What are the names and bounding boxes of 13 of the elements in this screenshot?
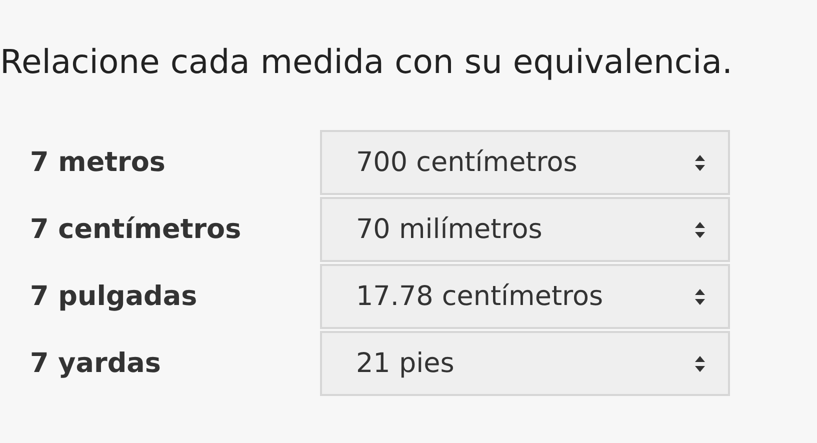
sort-caret-icon — [694, 220, 706, 238]
measure-label: 7 pulgadas — [29, 280, 198, 314]
sort-caret-icon — [694, 154, 706, 172]
answer-dropdown[interactable]: 21 pies — [320, 331, 730, 396]
instruction-text: Relacione cada medida con su equivalencia. — [0, 41, 734, 81]
answer-dropdown[interactable]: 70 milímetros — [320, 197, 730, 262]
sort-caret-icon — [694, 354, 706, 372]
measure-label: 7 yardas — [29, 347, 162, 381]
measure-label: 7 metros — [29, 146, 166, 180]
sort-caret-icon — [694, 288, 706, 306]
answer-dropdown[interactable]: 700 centímetros — [320, 130, 730, 195]
measure-label: 7 centímetros — [29, 213, 242, 247]
answer-dropdown[interactable]: 17.78 centímetros — [320, 264, 730, 329]
